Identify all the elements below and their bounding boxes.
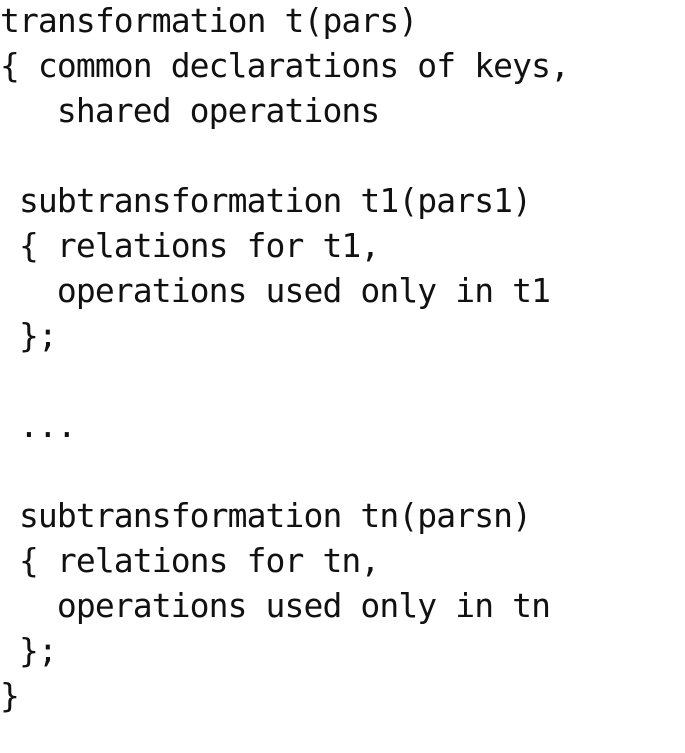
code-line-close-tn: }; (0, 631, 58, 670)
code-line-close-transformation: } (0, 676, 20, 715)
code-line-operations-only-in-t1: operations used only in t1 (0, 271, 551, 310)
code-line-shared-operations: shared operations (0, 91, 380, 130)
code-line-transformation-header: transformation t(pars) (0, 1, 418, 40)
code-line-subtransformation-tn-header: subtransformation tn(parsn) (0, 496, 532, 535)
code-line-subtransformation-t1-header: subtransformation t1(pars1) (0, 181, 532, 220)
code-line-relations-for-t1: { relations for t1, (0, 226, 380, 265)
code-line-close-t1: }; (0, 316, 58, 355)
code-block: transformation t(pars) { common declarati… (0, 0, 685, 718)
code-line-ellipsis: ... (0, 406, 77, 445)
code-listing-figure: transformation t(pars) { common declarati… (0, 0, 685, 753)
code-line-operations-only-in-tn: operations used only in tn (0, 586, 551, 625)
code-line-relations-for-tn: { relations for tn, (0, 541, 380, 580)
code-line-common-declarations: { common declarations of keys, (0, 46, 570, 85)
